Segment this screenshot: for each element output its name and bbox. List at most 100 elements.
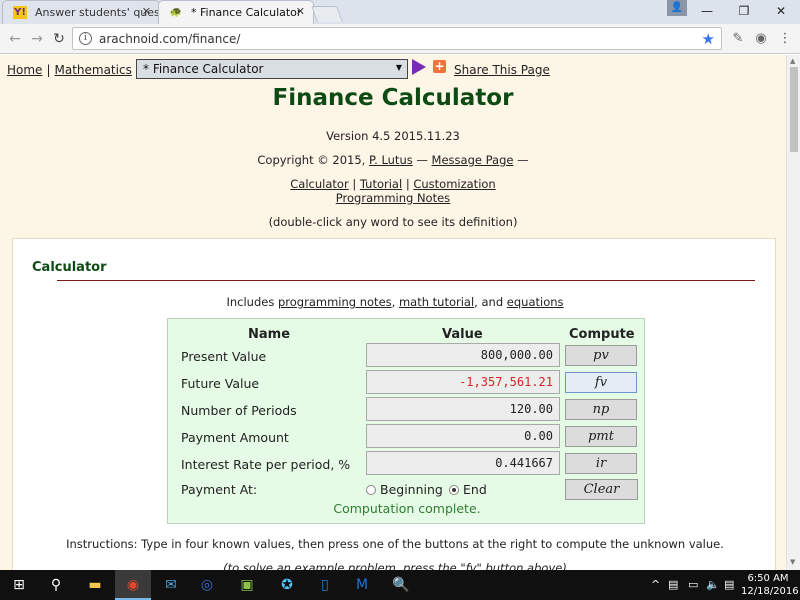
calculator-link[interactable]: Calculator <box>290 177 348 191</box>
notification-icon[interactable]: ▤ <box>724 578 734 591</box>
includes-comma: , <box>391 295 396 309</box>
tab-finance-calculator[interactable]: 🐢 * Finance Calculator ✕ <box>158 0 314 24</box>
message-page-link[interactable]: Message Page <box>432 153 514 167</box>
includes-line: Includes programming notes, math tutoria… <box>13 295 777 309</box>
reload-icon[interactable]: ↻ <box>50 30 68 48</box>
payment-end-radio[interactable]: End <box>449 482 487 497</box>
section-title: Calculator <box>32 260 107 275</box>
nav-separator: | <box>46 63 51 77</box>
copyright-text: Copyright © 2015, <box>257 153 366 167</box>
radio-checked-icon[interactable] <box>449 485 459 495</box>
payment-amount-input[interactable] <box>366 424 560 448</box>
clock-time: 6:50 AM <box>747 573 789 584</box>
programming-notes-line: Programming Notes <box>0 191 786 205</box>
forward-arrow-icon[interactable]: → <box>28 30 46 48</box>
chrome-icon[interactable]: ◉ <box>115 570 151 600</box>
equations-link[interactable]: equations <box>507 295 564 309</box>
thunderbird-icon[interactable]: ✉ <box>160 575 182 595</box>
tray-app-icon[interactable]: ▤ <box>668 578 678 591</box>
scroll-down-icon[interactable]: ▼ <box>790 558 795 566</box>
share-plus-icon[interactable]: + <box>433 60 446 73</box>
app-gear-icon[interactable]: ✪ <box>276 575 298 595</box>
programming-notes-link[interactable]: Programming Notes <box>336 191 450 205</box>
minimize-button[interactable]: — <box>692 2 722 20</box>
compute-pv-button[interactable]: pv <box>565 345 637 366</box>
magnifier-icon[interactable]: 🔍 <box>390 575 412 595</box>
close-tab-icon[interactable]: ✕ <box>142 5 151 18</box>
network-icon[interactable]: ▭ <box>688 578 698 591</box>
compute-np-button[interactable]: np <box>565 399 637 420</box>
top-nav: Home|Mathematics| <box>7 63 144 77</box>
clock-date: 12/18/2016 <box>741 586 799 597</box>
restore-button[interactable]: ❐ <box>729 2 759 20</box>
payment-amount-label: Payment Amount <box>181 430 289 445</box>
header-value: Value <box>442 327 483 342</box>
new-tab-button[interactable] <box>311 6 343 22</box>
beginning-label: Beginning <box>380 482 443 497</box>
scroll-up-icon[interactable]: ▲ <box>790 57 795 65</box>
address-url[interactable]: arachnoid.com/finance/ <box>99 32 240 46</box>
finance-calculator: Name Value Compute Present Value pv Futu… <box>167 318 645 524</box>
volume-icon[interactable]: 🔈 <box>706 578 720 591</box>
programming-notes-link[interactable]: programming notes <box>278 295 392 309</box>
copyright-line: Copyright © 2015, P. Lutus — Message Pag… <box>0 153 786 167</box>
present-value-input[interactable] <box>366 343 560 367</box>
bookmark-star-icon[interactable]: ★ <box>702 30 715 48</box>
clock[interactable]: 6:50 AM 12/18/2016 <box>741 572 799 598</box>
definition-hint: (double-click any word to see its defini… <box>268 215 518 229</box>
windows-taskbar: ⊞ ⚲ ▬ ◉ ✉ ◎ ▣ ✪ ▯ M 🔍 ^ ▤ ▭ 🔈 ▤ 6:50 AM … <box>0 570 800 600</box>
number-of-periods-input[interactable] <box>366 397 560 421</box>
math-tutorial-link[interactable]: math tutorial <box>399 295 474 309</box>
user-profile-icon[interactable]: 👤 <box>667 0 687 16</box>
file-explorer-icon[interactable]: ▬ <box>84 575 106 595</box>
close-tab-icon[interactable]: ✕ <box>296 5 305 18</box>
number-of-periods-label: Number of Periods <box>181 403 297 418</box>
close-window-button[interactable]: ✕ <box>766 2 796 20</box>
browser-toolbar: ← → ↻ i arachnoid.com/finance/ ★ <box>0 24 800 54</box>
app-document-icon[interactable]: ▯ <box>314 575 336 595</box>
address-bar[interactable]: i arachnoid.com/finance/ ★ <box>72 27 722 50</box>
tray-chevron-icon[interactable]: ^ <box>651 578 660 591</box>
link-separator: | <box>352 177 357 191</box>
page-select-value: * Finance Calculator <box>143 62 264 76</box>
future-value-label: Future Value <box>181 376 260 391</box>
payment-beginning-radio[interactable]: Beginning <box>366 482 443 497</box>
windows-start-icon[interactable]: ⊞ <box>8 575 30 595</box>
compute-fv-button[interactable]: fv <box>565 372 637 393</box>
compute-ir-button[interactable]: ir <box>565 453 637 474</box>
search-icon[interactable]: ⚲ <box>45 575 67 595</box>
mathematics-link[interactable]: Mathematics <box>54 63 131 77</box>
radio-unchecked-icon[interactable] <box>366 485 376 495</box>
tutorial-link[interactable]: Tutorial <box>360 177 402 191</box>
page-scrollbar[interactable]: ▲ ▼ <box>786 55 800 570</box>
home-link[interactable]: Home <box>7 63 42 77</box>
interest-rate-input[interactable] <box>366 451 560 475</box>
header-compute: Compute <box>569 327 635 342</box>
customization-link[interactable]: Customization <box>413 177 495 191</box>
page-select-dropdown[interactable]: * Finance Calculator ▼ <box>136 59 408 79</box>
malwarebytes-icon[interactable]: M <box>351 575 373 595</box>
end-label: End <box>463 482 487 497</box>
page-title: Finance Calculator <box>272 85 514 111</box>
compute-pmt-button[interactable]: pmt <box>565 426 637 447</box>
dash: — <box>517 153 529 167</box>
includes-and: , and <box>474 295 504 309</box>
section-divider <box>57 280 755 281</box>
future-value-input[interactable] <box>366 370 560 394</box>
extension-eye-icon[interactable]: ◉ <box>752 30 770 48</box>
doc-links: Calculator | Tutorial | Customization <box>0 177 786 191</box>
app-icon[interactable]: ◎ <box>196 575 218 595</box>
share-page-link[interactable]: Share This Page <box>454 63 550 77</box>
page-content: Home|Mathematics| * Finance Calculator ▼… <box>0 55 786 570</box>
author-link[interactable]: P. Lutus <box>369 153 413 167</box>
scrollbar-thumb[interactable] <box>790 67 798 152</box>
go-arrow-icon[interactable] <box>412 59 426 75</box>
menu-kebab-icon[interactable]: ⋮ <box>776 30 794 48</box>
instructions-text: Instructions: Type in four known values,… <box>66 537 724 551</box>
tab-answer-students[interactable]: Y! Answer students' questio ✕ <box>2 0 160 24</box>
clear-button[interactable]: Clear <box>565 479 638 500</box>
info-icon[interactable]: i <box>79 32 92 45</box>
extension-icon[interactable]: ✎ <box>729 30 747 48</box>
back-arrow-icon[interactable]: ← <box>6 30 24 48</box>
app-shield-icon[interactable]: ▣ <box>236 575 258 595</box>
